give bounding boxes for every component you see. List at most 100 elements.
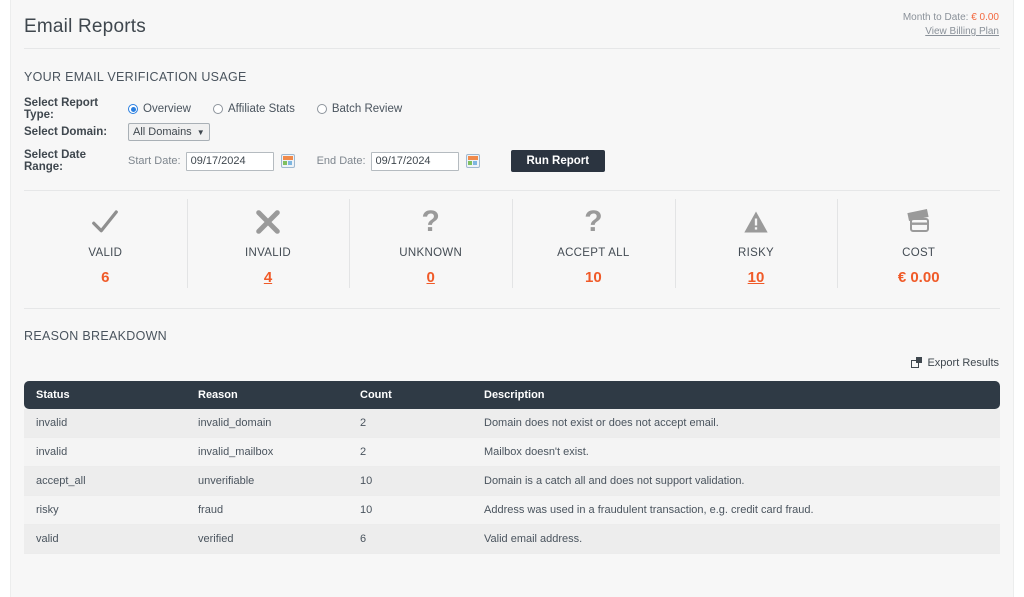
table-row: invalid invalid_mailbox 2 Mailbox doesn'… [24, 437, 1000, 467]
month-to-date-label: Month to Date: [902, 12, 969, 23]
cell-reason: invalid_mailbox [186, 437, 348, 467]
cell-description: Valid email address. [472, 524, 1000, 554]
cross-icon [187, 205, 350, 239]
stat-card-risky: RISKY 10 [674, 191, 838, 296]
calendar-icon[interactable] [465, 154, 480, 168]
month-to-date-amount: € 0.00 [971, 12, 999, 23]
stat-value[interactable]: 0 [349, 269, 512, 286]
cell-status: risky [24, 495, 186, 525]
external-link-icon [911, 357, 923, 368]
report-type-row: Select Report Type: Overview Affiliate S… [24, 97, 1000, 121]
credit-card-icon [837, 205, 1000, 239]
reason-breakdown-table-wrap: Status Reason Count Description invalid … [11, 381, 1013, 554]
column-header-description[interactable]: Description [472, 381, 1000, 409]
export-results-link[interactable]: Export Results [911, 357, 999, 369]
stat-value[interactable]: 10 [675, 269, 838, 286]
table-body: invalid invalid_domain 2 Domain does not… [24, 409, 1000, 554]
cell-status: accept_all [24, 466, 186, 496]
page-title: Email Reports [24, 16, 146, 37]
stat-value: 10 [585, 269, 602, 286]
breakdown-title: REASON BREAKDOWN [24, 329, 168, 343]
stat-label: COST [902, 247, 936, 259]
stats-divider [24, 308, 1000, 309]
radio-dot-icon [316, 104, 327, 114]
radio-overview[interactable]: Overview [128, 103, 191, 115]
cell-count: 10 [348, 466, 472, 496]
domain-row: Select Domain: All Domains ▼ [24, 121, 1000, 143]
cell-reason: fraud [186, 495, 348, 525]
domain-select-value: All Domains [133, 126, 192, 138]
radio-dot-icon [128, 104, 138, 114]
table-row: valid verified 6 Valid email address. [24, 524, 1000, 554]
view-billing-plan-link[interactable]: View Billing Plan [903, 26, 999, 38]
start-date-input[interactable] [185, 151, 274, 171]
header-divider [24, 48, 1000, 49]
radio-affiliate-stats-label: Affiliate Stats [227, 103, 295, 115]
table-head: Status Reason Count Description [24, 381, 1000, 409]
email-reports-page: Email Reports Month to Date: € 0.00 View… [10, 0, 1014, 597]
page-header: Email Reports Month to Date: € 0.00 View… [11, 0, 1013, 48]
billing-summary: Month to Date: € 0.00 View Billing Plan [903, 12, 999, 38]
stat-card-cost: COST € 0.00 [837, 191, 1000, 296]
stat-card-valid: VALID 6 [24, 191, 187, 296]
table-header-row: Status Reason Count Description [24, 381, 1000, 409]
radio-affiliate-stats[interactable]: Affiliate Stats [212, 103, 295, 115]
cell-status: valid [24, 524, 186, 554]
radio-batch-review-label: Batch Review [331, 103, 403, 115]
report-type-radio-group: Overview Affiliate Stats Batch Review [128, 103, 424, 115]
check-icon [24, 205, 187, 239]
start-date-label: Start Date: [128, 155, 181, 167]
report-filter-form: Select Report Type: Overview Affiliate S… [11, 97, 1013, 174]
stat-card-accept-all: ? ACCEPT ALL 10 [512, 191, 675, 296]
cell-description: Domain does not exist or does not accept… [472, 409, 1000, 438]
stat-value: 6 [101, 269, 110, 286]
column-header-reason[interactable]: Reason [186, 381, 348, 409]
cell-count: 2 [348, 409, 472, 438]
domain-select[interactable]: All Domains ▼ [128, 123, 210, 141]
export-row: Export Results [11, 355, 1013, 373]
table-row: invalid invalid_domain 2 Domain does not… [24, 409, 1000, 438]
usage-section-title: YOUR EMAIL VERIFICATION USAGE [24, 70, 247, 84]
cell-count: 6 [348, 524, 472, 554]
stat-card-invalid: INVALID 4 [186, 191, 350, 296]
export-results-label: Export Results [927, 356, 999, 369]
stat-card-unknown: ? UNKNOWN 0 [349, 191, 512, 296]
cell-description: Mailbox doesn't exist. [472, 437, 1000, 467]
cell-count: 2 [348, 437, 472, 467]
domain-label: Select Domain: [24, 126, 108, 138]
stat-label: VALID [88, 247, 123, 259]
cell-description: Address was used in a fraudulent transac… [472, 495, 1000, 525]
month-to-date: Month to Date: € 0.00 [903, 12, 999, 24]
question-icon: ? [584, 205, 603, 238]
radio-batch-review[interactable]: Batch Review [316, 103, 403, 115]
date-range-label: Select Date Range: [24, 149, 87, 173]
end-date-input[interactable] [370, 151, 459, 171]
radio-dot-icon [212, 104, 223, 114]
cell-reason: unverifiable [186, 466, 348, 496]
cell-description: Domain is a catch all and does not suppo… [472, 466, 1000, 496]
column-header-status[interactable]: Status [24, 381, 186, 409]
cell-count: 10 [348, 495, 472, 525]
cell-reason: verified [186, 524, 348, 554]
cell-status: invalid [24, 409, 186, 438]
column-header-count[interactable]: Count [348, 381, 472, 409]
stat-label: INVALID [245, 247, 291, 259]
radio-overview-label: Overview [143, 103, 191, 115]
reason-breakdown-table: Status Reason Count Description invalid … [24, 381, 1000, 554]
table-row: accept_all unverifiable 10 Domain is a c… [24, 466, 1000, 496]
question-icon: ? [421, 205, 440, 238]
stat-label: RISKY [738, 247, 775, 259]
end-date-label: End Date: [316, 155, 366, 167]
report-type-label: Select Report Type: [24, 97, 99, 121]
warning-icon [675, 205, 838, 239]
stats-row: VALID 6 INVALID 4 ? UNKNOWN 0 ? ACCEPT A… [11, 191, 1013, 296]
stat-label: UNKNOWN [399, 247, 463, 259]
stat-value[interactable]: 4 [187, 269, 350, 286]
chevron-down-icon: ▼ [196, 127, 205, 137]
date-range-row: Select Date Range: Start Date: End Date:… [24, 148, 1000, 174]
cell-status: invalid [24, 437, 186, 467]
run-report-button[interactable]: Run Report [510, 150, 606, 172]
calendar-icon[interactable] [280, 154, 295, 168]
stat-value: € 0.00 [897, 269, 940, 286]
table-row: risky fraud 10 Address was used in a fra… [24, 495, 1000, 525]
